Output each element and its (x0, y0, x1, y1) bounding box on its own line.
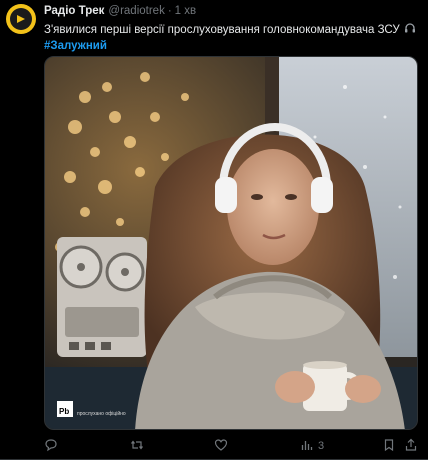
tweet-text: З'явилися перші версії прослуховування г… (44, 22, 420, 54)
woman-with-headphones-photo (45, 57, 417, 429)
reply-icon (44, 438, 58, 455)
watermark-logo: Pb (57, 401, 73, 417)
hashtag-link[interactable]: #Залужний (44, 39, 420, 54)
author-name[interactable]: Радіо Трек (44, 5, 104, 17)
tweet-image[interactable]: Pb прослухано офіційно (44, 56, 418, 430)
tweet-header: Радіо Трек @radiotrek · 1 хв (44, 3, 420, 19)
retweet-button[interactable] (130, 438, 148, 455)
tweet-actions: 3 (44, 438, 420, 454)
share-button[interactable] (404, 438, 418, 455)
author-handle[interactable]: @radiotrek (108, 5, 164, 17)
headphones-icon (404, 22, 416, 39)
views-count: 3 (318, 440, 325, 452)
views-button[interactable]: 3 (300, 438, 324, 455)
bookmark-button[interactable] (382, 438, 396, 455)
bookmark-icon (382, 438, 396, 455)
like-button[interactable] (214, 438, 232, 455)
timestamp[interactable]: 1 хв (175, 5, 196, 17)
radio-play-logo-icon (10, 8, 32, 30)
separator: · (167, 5, 172, 17)
watermark-text: прослухано офіційно (77, 411, 126, 417)
share-icon (404, 438, 418, 455)
retweet-icon (130, 438, 144, 455)
watermark: Pb прослухано офіційно (57, 401, 126, 417)
reply-button[interactable] (44, 438, 62, 455)
avatar[interactable] (6, 4, 36, 34)
tweet[interactable]: Радіо Трек @radiotrek · 1 хв З'явилися п… (0, 0, 428, 460)
tweet-content: Радіо Трек @radiotrek · 1 хв З'явилися п… (44, 3, 420, 54)
tweet-body: З'явилися перші версії прослуховування г… (44, 24, 400, 36)
views-icon (300, 438, 314, 455)
like-icon (214, 438, 228, 455)
